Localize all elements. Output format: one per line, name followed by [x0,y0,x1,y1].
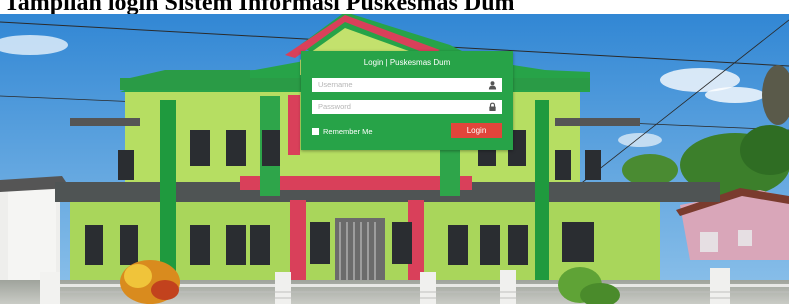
username-field[interactable]: Username [312,78,502,92]
page-caption: Tampilan login Sistem Informasi Puskesma… [0,0,789,14]
remember-me-checkbox[interactable] [312,128,319,135]
background-photo [0,0,789,304]
login-page: Tampilan login Sistem Informasi Puskesma… [0,0,789,304]
lock-icon [489,102,496,112]
login-title: Login | Puskesmas Dum [363,58,451,67]
password-field[interactable]: Password [312,100,502,114]
remember-me-row: Remember Me [312,127,373,136]
user-icon [488,81,497,90]
login-button[interactable]: Login [451,123,502,138]
login-card: Login | Puskesmas Dum Username Password … [301,51,513,150]
password-placeholder: Password [318,102,351,111]
username-placeholder: Username [318,80,353,89]
remember-me-label: Remember Me [323,127,373,136]
